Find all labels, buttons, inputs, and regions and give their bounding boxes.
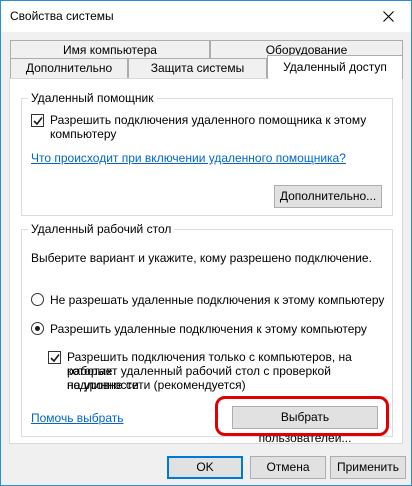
apply-button[interactable]: Применить [330,456,406,479]
radio-selected-dot [35,326,40,331]
system-properties-window: Свойства системы Имя компьютера Оборудов… [0,0,412,486]
checkmark-icon [50,354,60,363]
deny-connections-radio[interactable] [31,293,44,306]
checkmark-icon [33,117,43,126]
nla-checkbox[interactable] [48,351,61,364]
ok-button[interactable]: OK [167,456,243,479]
tab-remote[interactable]: Удаленный доступ [267,55,403,79]
close-button[interactable] [365,1,411,32]
deny-connections-label: Не разрешать удаленные подключения к это… [50,293,385,307]
select-users-button[interactable]: Выбрать пользователей... [232,406,378,445]
tab-advanced[interactable]: Дополнительно [10,58,128,78]
help-choose-link[interactable]: Помочь выбрать [31,411,124,425]
remote-assistance-group: Удаленный помощник Разрешить подключения… [21,91,393,216]
allow-assistance-label-line1: Разрешить подключения удаленного помощни… [50,113,367,127]
remote-desktop-instructions: Выберите вариант и укажите, кому разреше… [31,251,372,265]
remote-desktop-group: Удаленный рабочий стол Выберите вариант … [21,222,393,445]
remote-assistance-title: Удаленный помощник [28,91,157,105]
assistance-help-link[interactable]: Что происходит при включении удаленного … [31,151,346,165]
remote-tab-panel: Удаленный помощник Разрешить подключения… [9,78,403,445]
allow-assistance-checkbox[interactable] [31,114,44,127]
title-bar[interactable]: Свойства системы [1,1,411,32]
cancel-button[interactable]: Отмена [250,456,326,479]
window-title: Свойства системы [10,9,114,23]
allow-connections-radio[interactable] [31,322,44,335]
assistance-advanced-button[interactable]: Дополнительно... [274,185,382,208]
close-icon [382,11,394,22]
allow-assistance-label-line2: компьютеру [50,127,117,141]
nla-label-line3: на уровне сети (рекомендуется) [67,378,246,392]
remote-desktop-title: Удаленный рабочий стол [28,222,175,236]
allow-connections-label: Разрешить удаленные подключения к этому … [50,322,367,336]
tab-system-protection[interactable]: Защита системы [128,58,267,78]
tab-computer-name[interactable]: Имя компьютера [10,40,210,60]
